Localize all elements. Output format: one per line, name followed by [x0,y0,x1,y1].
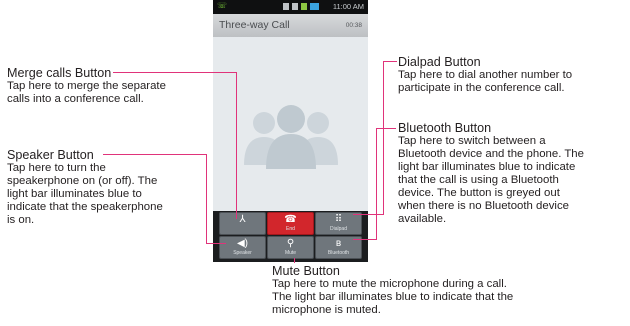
alarm-icon [283,3,289,10]
dialpad-leader-v [383,61,384,215]
bluetooth-desc-line-4: that the call is using a Bluetooth [398,174,559,186]
status-icons [283,2,319,11]
status-time: 11:00 AM [332,2,364,11]
dialpad-leader-h2 [353,214,384,215]
bluetooth-leader-v [376,128,377,240]
mute-button[interactable]: ⚲ Mute [267,236,314,259]
dialpad-title: Dialpad Button [398,55,481,69]
person-merge-icon: ⅄ [239,214,246,225]
merge-calls-desc-line-2: calls into a conference call. [7,93,144,105]
bluetooth-title: Bluetooth Button [398,121,492,135]
bluetooth-desc-line-7: available. [398,213,447,225]
status-bar: ☏ 11:00 AM [213,0,368,14]
bluetooth-desc-line-2: Bluetooth device and the phone. The [398,148,584,160]
speaker-desc-line-5: is on. [7,214,35,226]
merge-calls-desc-line-1: Tap here to merge the separate [7,80,166,92]
speaker-title: Speaker Button [7,148,94,162]
mute-title: Mute Button [272,264,340,278]
speaker-leader-h2 [206,243,226,244]
end-call-label: End [286,226,295,232]
dialpad-desc-line-1: Tap here to dial another number to [398,69,573,81]
speaker-desc-line-3: light bar illuminates blue to [7,188,142,200]
phone-status-icon: ☏ [217,1,228,10]
dialpad-callout: Dialpad Button Tap here to dial another … [398,55,628,95]
in-call-button-grid: ⅄ ☎ End ⠿ Dialpad ◀) Speaker ⚲ Mute ʙ Bl… [219,212,363,260]
bluetooth-desc-line-5: device. The button is greyed out [398,187,560,199]
bluetooth-leader-h2 [353,239,377,240]
bluetooth-callout: Bluetooth Button Tap here to switch betw… [398,121,628,226]
speaker-desc-line-2: speakerphone on (or off). The [7,175,158,187]
bluetooth-leader-h1 [376,128,396,129]
call-header: Three-way Call 00:38 [213,14,368,37]
bluetooth-label: Bluetooth [327,250,350,256]
dialpad-desc-line-2: participate in the conference call. [398,82,565,94]
phone-hangup-icon: ☎ [284,214,297,225]
bluetooth-status-icon [292,3,298,10]
merge-calls-title: Merge calls Button [7,66,112,80]
merge-calls-callout: Merge calls Button Tap here to merge the… [7,66,207,106]
speaker-label: Speaker [233,250,252,256]
dialpad-label: Dialpad [330,226,347,232]
mute-callout: Mute Button Tap here to mute the microph… [272,264,562,317]
mute-label: Mute [284,250,297,256]
bluetooth-desc-line-6: when there is no Bluetooth device [398,200,569,212]
microphone-icon: ⚲ [286,238,295,249]
merge-calls-button[interactable]: ⅄ [219,212,266,235]
speaker-desc-line-4: indicate that the speakerphone [7,201,163,213]
speaker-desc-line-1: Tap here to turn the [7,162,106,174]
bluetooth-desc-line-1: Tap here to switch between a [398,135,546,147]
dialpad-leader-h1 [383,61,397,62]
dialpad-icon: ⠿ [334,214,343,225]
speaker-icon: ◀) [236,238,249,249]
battery-icon [310,3,319,10]
call-title: Three-way Call [219,19,290,31]
merge-leader-v [236,72,237,219]
speaker-button[interactable]: ◀) Speaker [219,236,266,259]
dialpad-button[interactable]: ⠿ Dialpad [315,212,362,235]
mute-leader-v [294,258,295,263]
mute-desc-line-2: The light bar illuminates blue to indica… [272,291,514,303]
mute-desc-line-3: microphone is muted. [272,304,381,316]
mute-desc-line-1: Tap here to mute the microphone during a… [272,278,507,290]
bluetooth-desc-line-3: light bar illuminates blue to indicate [398,161,576,173]
call-timer: 00:38 [345,22,362,29]
end-call-button[interactable]: ☎ End [267,212,314,235]
signal-icon [301,3,307,10]
speaker-callout: Speaker Button Tap here to turn the spea… [7,148,207,227]
